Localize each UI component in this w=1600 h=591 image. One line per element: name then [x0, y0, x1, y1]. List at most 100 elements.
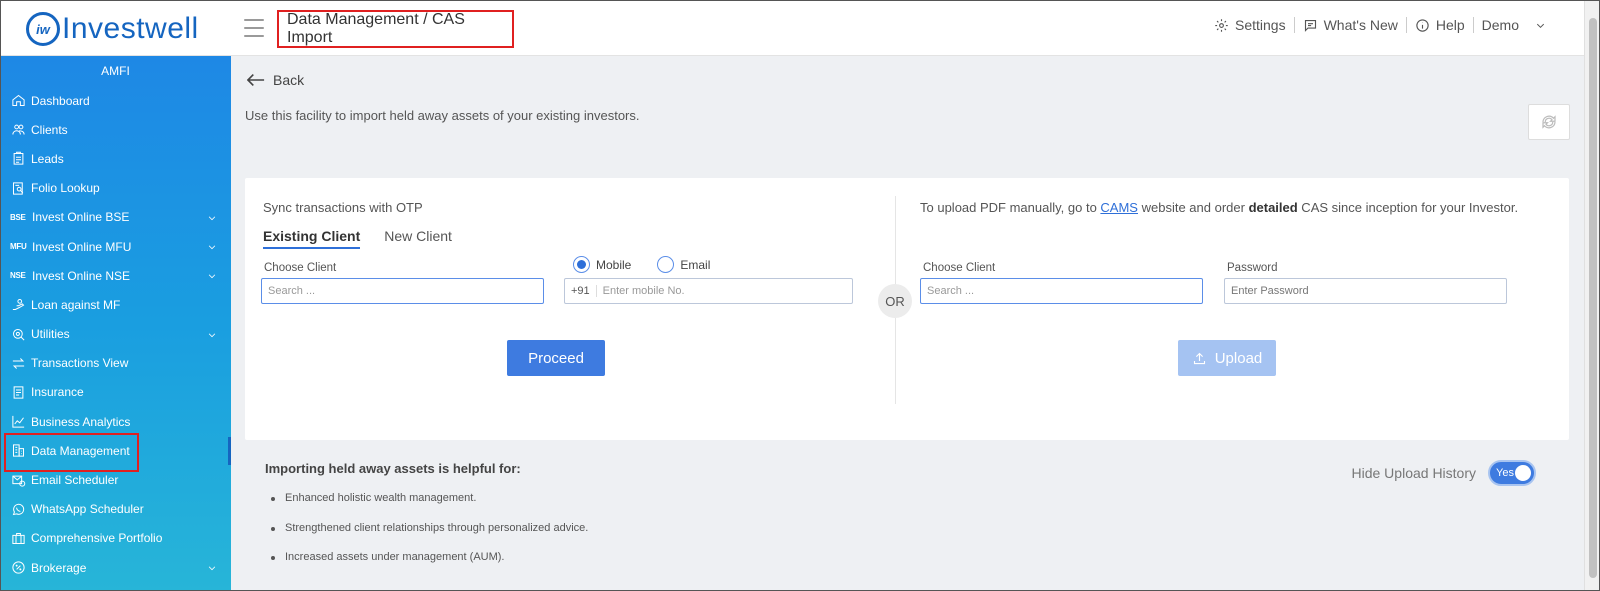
hand-coin-icon — [10, 297, 26, 313]
sidebar-item-leads[interactable]: Leads — [0, 144, 231, 173]
upload-label: Upload — [1214, 349, 1263, 367]
sidebar-item-label: Brokerage — [31, 560, 87, 575]
hamburger-menu-icon[interactable] — [244, 19, 264, 37]
sidebar-item-label: Invest Online BSE — [32, 210, 130, 225]
whats-new-link[interactable]: What's New — [1295, 17, 1406, 33]
document-icon — [10, 384, 26, 400]
upload-note-prefix: To upload PDF manually, go to — [920, 200, 1101, 215]
manual-upload-panel: To upload PDF manually, go to CAMS websi… — [920, 178, 1560, 440]
sidebar-item-label: Loan against MF — [31, 297, 121, 312]
whatsapp-icon — [10, 501, 26, 517]
help-label: Help — [1435, 17, 1465, 33]
upload-choose-client-label: Choose Client — [923, 262, 996, 274]
mail-clock-icon — [10, 472, 26, 488]
proceed-button[interactable]: Proceed — [507, 340, 605, 376]
back-button[interactable]: Back — [247, 72, 304, 88]
sidebar-item-label: WhatsApp Scheduler — [31, 502, 144, 517]
cams-link[interactable]: CAMS — [1100, 200, 1138, 215]
list-item: Enhanced holistic wealth management. — [271, 492, 588, 522]
help-link[interactable]: Help — [1407, 17, 1473, 33]
sidebar-item-business-analytics[interactable]: Business Analytics — [0, 407, 231, 436]
radio-mobile[interactable]: Mobile — [573, 256, 631, 273]
sidebar-item-label: Insurance — [31, 385, 84, 400]
top-header: iw Investwell Data Management / CAS Impo… — [0, 0, 1584, 56]
country-code: +91 — [571, 285, 597, 297]
tab-existing-client[interactable]: Existing Client — [263, 228, 361, 249]
sidebar-item-data-management[interactable]: Data Management — [0, 436, 231, 465]
client-search-input[interactable]: Search ... — [261, 278, 544, 304]
sidebar-item-insurance[interactable]: Insurance — [0, 378, 231, 407]
sidebar-item-comprehensive-portfolio[interactable]: Comprehensive Portfolio — [0, 524, 231, 553]
sidebar-item-loan-against-mf[interactable]: Loan against MF — [0, 290, 231, 319]
info-icon — [1416, 18, 1429, 32]
radio-unchecked-icon — [657, 256, 675, 273]
chevron-down-icon — [207, 212, 217, 222]
settings-link[interactable]: Settings — [1206, 17, 1294, 33]
logo-text: Investwell — [62, 12, 199, 45]
radio-email[interactable]: Email — [657, 256, 710, 273]
sync-icon — [1542, 115, 1556, 129]
sidebar-item-clients[interactable]: Clients — [0, 115, 231, 144]
sidebar-item-invest-online-bse[interactable]: BSE Invest Online BSE — [0, 203, 231, 232]
users-icon — [10, 122, 26, 138]
main-content: Back Use this facility to import held aw… — [231, 56, 1584, 591]
chat-icon — [1304, 19, 1316, 32]
investwell-logo[interactable]: iw Investwell — [26, 12, 199, 46]
sidebar: AMFI Dashboard Clients Leads Folio Looku… — [0, 56, 231, 591]
sidebar-item-invest-online-mfu[interactable]: MFU Invest Online MFU — [0, 232, 231, 261]
user-menu[interactable]: Demo — [1474, 17, 1554, 33]
upload-note-bold: detailed — [1248, 200, 1298, 215]
sidebar-item-email-scheduler[interactable]: Email Scheduler — [0, 465, 231, 494]
nse-tag-icon: NSE — [10, 271, 26, 281]
sidebar-item-label: Transactions View — [31, 356, 129, 371]
list-item: Increased assets under management (AUM). — [271, 551, 588, 581]
percent-icon — [10, 560, 26, 576]
sidebar-item-transactions-view[interactable]: Transactions View — [0, 349, 231, 378]
sidebar-item-label: Clients — [31, 122, 68, 137]
sidebar-item-label: Email Scheduler — [31, 473, 119, 488]
line-chart-icon — [10, 414, 26, 430]
sidebar-item-folio-lookup[interactable]: Folio Lookup — [0, 174, 231, 203]
scrollbar-thumb[interactable] — [1589, 18, 1597, 578]
contact-method-radios: Mobile Email — [573, 256, 710, 273]
arrow-left-icon — [247, 74, 265, 86]
page-scrollbar[interactable] — [1584, 0, 1600, 591]
logo-badge-icon: iw — [26, 12, 60, 46]
sidebar-item-label: Leads — [31, 151, 64, 166]
cas-import-card: Sync transactions with OTP Existing Clie… — [245, 178, 1569, 440]
folio-search-icon — [10, 180, 26, 196]
sidebar-item-label: Data Management — [31, 443, 130, 458]
sidebar-item-brokerage[interactable]: Brokerage — [0, 553, 231, 582]
chevron-down-icon — [207, 270, 217, 280]
radio-email-label: Email — [680, 257, 711, 272]
sidebar-item-dashboard[interactable]: Dashboard — [0, 86, 231, 115]
mfu-tag-icon: MFU — [10, 242, 27, 252]
mobile-placeholder: Enter mobile No. — [602, 285, 685, 297]
sidebar-item-label: Folio Lookup — [31, 181, 100, 196]
upload-button[interactable]: Upload — [1178, 340, 1276, 376]
sidebar-item-utilities[interactable]: Utilities — [0, 320, 231, 349]
sidebar-item-whatsapp-scheduler[interactable]: WhatsApp Scheduler — [0, 495, 231, 524]
tab-new-client[interactable]: New Client — [384, 228, 452, 249]
benefits-title: Importing held away assets is helpful fo… — [265, 461, 521, 476]
upload-client-search-input[interactable]: Search ... — [920, 278, 1203, 304]
password-input[interactable]: Enter Password — [1224, 278, 1507, 304]
upload-instructions: To upload PDF manually, go to CAMS websi… — [920, 200, 1518, 215]
mobile-number-input[interactable]: +91 Enter mobile No. — [564, 278, 853, 304]
upload-client-search-placeholder: Search ... — [927, 285, 975, 297]
otp-sync-title: Sync transactions with OTP — [263, 200, 423, 215]
settings-label: Settings — [1235, 17, 1286, 33]
sidebar-item-label: Invest Online NSE — [32, 268, 131, 283]
sidebar-item-invest-online-nse[interactable]: NSE Invest Online NSE — [0, 261, 231, 290]
list-item: Strengthened client relationships throug… — [271, 522, 588, 552]
upload-note-middle: website and order — [1137, 200, 1249, 215]
briefcase-icon — [10, 530, 26, 546]
back-label: Back — [273, 72, 305, 88]
refresh-sync-button[interactable] — [1528, 104, 1570, 140]
hide-upload-history-toggle[interactable]: Yes — [1488, 460, 1536, 486]
password-placeholder: Enter Password — [1231, 285, 1309, 297]
breadcrumb: Data Management / CAS Import — [277, 10, 514, 48]
benefits-list: Enhanced holistic wealth management. Str… — [271, 492, 588, 581]
swap-arrows-icon — [10, 355, 26, 371]
sidebar-title: AMFI — [101, 64, 130, 78]
